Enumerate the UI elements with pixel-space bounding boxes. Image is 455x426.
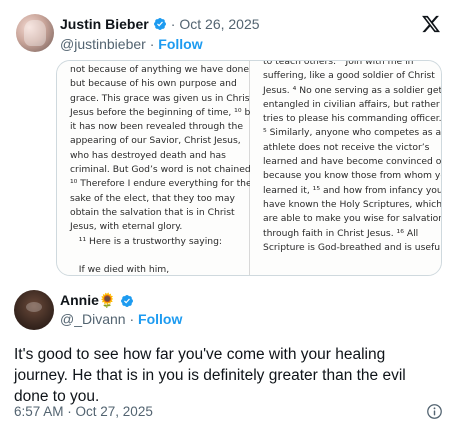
- reply-timestamp[interactable]: 6:57 AM · Oct 27, 2025: [14, 404, 153, 419]
- quoted-post-date[interactable]: Oct 26, 2025: [179, 16, 259, 32]
- quoted-author-name-row: Justin Bieber · Oct 26, 2025: [60, 16, 260, 32]
- quoted-author-avatar[interactable]: [16, 14, 54, 52]
- reply-author-name[interactable]: Annie🌻: [60, 292, 116, 309]
- book-page-right-text: to teach others. ³ Join with me in suffe…: [263, 60, 442, 253]
- follow-button[interactable]: Follow: [158, 36, 202, 52]
- reply-author-avatar[interactable]: [14, 290, 54, 330]
- reply-text-line: It's good to see how far you've come wit…: [14, 346, 386, 363]
- quoted-author-handle[interactable]: @justinbieber: [60, 36, 146, 52]
- book-page-left: not because of anything we have done but…: [57, 61, 260, 275]
- info-icon[interactable]: [426, 403, 443, 420]
- quoted-author-handle-row: @justinbieber · Follow: [60, 36, 203, 52]
- follow-button[interactable]: Follow: [138, 311, 182, 327]
- separator-dot: ·: [170, 16, 176, 32]
- reply-author-name-row: Annie🌻: [60, 292, 134, 309]
- reply-author-handle-row: @_Divann · Follow: [60, 311, 182, 327]
- separator-dot: ·: [149, 36, 155, 52]
- book-page-left-text: not because of anything we have done but…: [70, 64, 260, 276]
- verified-badge-icon: [153, 18, 166, 30]
- x-logo-icon[interactable]: [421, 14, 441, 34]
- verified-badge-icon: [121, 294, 134, 307]
- quoted-author-name[interactable]: Justin Bieber: [60, 16, 149, 32]
- embedded-post-card: Justin Bieber · Oct 26, 2025 @justinbieb…: [0, 0, 455, 426]
- separator-dot: ·: [129, 311, 135, 327]
- book-page-right: to teach others. ³ Join with me in suffe…: [250, 60, 442, 275]
- reply-author-handle[interactable]: @_Divann: [60, 311, 126, 327]
- reply-text-line: journey. He that is in you is definitely…: [14, 367, 406, 384]
- reply-text: It's good to see how far you've come wit…: [14, 344, 444, 407]
- post-image[interactable]: not because of anything we have done but…: [56, 60, 442, 276]
